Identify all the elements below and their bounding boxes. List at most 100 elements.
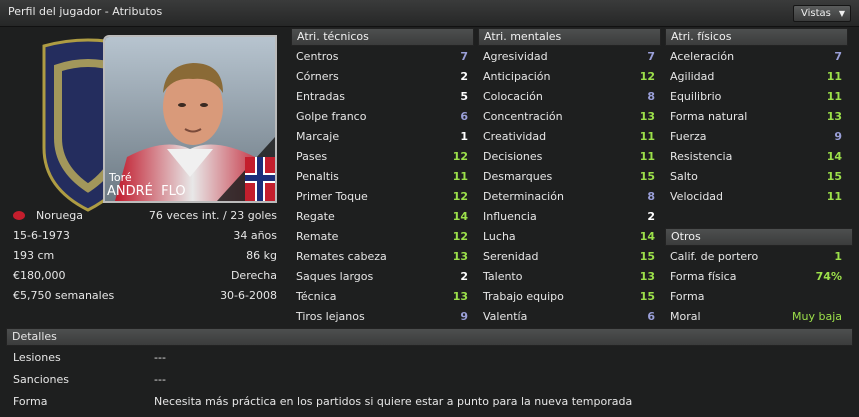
- physical-attribute-row: Fuerza 9: [665, 127, 848, 147]
- physical-attribute-value: 13: [826, 110, 842, 123]
- mental-attribute-label: Decisiones: [483, 150, 543, 163]
- mental-attribute-value: 13: [639, 110, 655, 123]
- other-attribute-label: Forma física: [670, 270, 737, 283]
- mental-attribute-value: 15: [639, 290, 655, 303]
- mental-attribute-row: Colocación 8: [478, 87, 661, 107]
- technical-attribute-row: Regate 14: [291, 207, 474, 227]
- mental-attribute-row: Agresividad 7: [478, 47, 661, 67]
- technical-attribute-label: Centros: [296, 50, 339, 63]
- technical-attribute-label: Remates cabeza: [296, 250, 387, 263]
- physical-attribute-row: Equilibrio 11: [665, 87, 848, 107]
- technical-attribute-value: 9: [460, 310, 468, 323]
- physical-attribute-row: Forma natural 13: [665, 107, 848, 127]
- physical-attribute-row: Agilidad 11: [665, 67, 848, 87]
- physical-attributes-header: Atri. físicos: [665, 28, 848, 46]
- mental-attribute-value: 11: [639, 150, 655, 163]
- mental-attribute-value: 11: [639, 130, 655, 143]
- mental-attribute-row: Lucha 14: [478, 227, 661, 247]
- player-name: ANDRÉ FLO: [107, 184, 186, 199]
- technical-attribute-row: Tiros lejanos 9: [291, 307, 474, 327]
- technical-attribute-label: Remate: [296, 230, 339, 243]
- mental-attribute-value: 15: [639, 250, 655, 263]
- technical-attribute-value: 6: [460, 110, 468, 123]
- flag-norway-icon: [13, 211, 25, 220]
- technical-attribute-label: Técnica: [296, 290, 337, 303]
- mental-attribute-value: 7: [647, 50, 655, 63]
- mental-attribute-label: Concentración: [483, 110, 563, 123]
- mental-attribute-value: 15: [639, 170, 655, 183]
- details-row: Lesiones ---: [13, 348, 166, 368]
- date-of-birth: 15-6-1973: [13, 229, 70, 242]
- physical-attribute-label: Agilidad: [670, 70, 715, 83]
- technical-attribute-row: Primer Toque 12: [291, 187, 474, 207]
- details-value: Necesita más práctica en los partidos si…: [154, 395, 633, 408]
- physical-attribute-label: Salto: [670, 170, 698, 183]
- details-label: Sanciones: [13, 373, 69, 386]
- age: 34 años: [233, 229, 277, 242]
- wage-contract-row: €5,750 semanales 30-6-2008: [13, 286, 277, 306]
- technical-attribute-label: Penaltis: [296, 170, 339, 183]
- mental-attribute-row: Talento 13: [478, 267, 661, 287]
- technical-attribute-value: 14: [452, 210, 468, 223]
- title-bar: Perfil del jugador - Atributos Vistas ▼: [0, 0, 859, 27]
- views-dropdown[interactable]: Vistas ▼: [793, 5, 851, 22]
- physical-attribute-label: Resistencia: [670, 150, 733, 163]
- technical-attribute-value: 1: [460, 130, 468, 143]
- physical-attribute-value: 11: [826, 190, 842, 203]
- details-value: ---: [154, 373, 166, 386]
- mental-attribute-label: Creatividad: [483, 130, 547, 143]
- technical-attribute-value: 11: [452, 170, 468, 183]
- technical-attribute-row: Golpe franco 6: [291, 107, 474, 127]
- player-value: €180,000: [13, 269, 66, 282]
- physical-attribute-label: Forma natural: [670, 110, 748, 123]
- technical-attribute-row: Córners 2: [291, 67, 474, 87]
- mental-attribute-value: 6: [647, 310, 655, 323]
- other-attribute-value: Muy baja: [792, 310, 842, 323]
- technical-attribute-value: 12: [452, 190, 468, 203]
- other-attribute-row: Forma física 74%: [665, 267, 848, 287]
- mental-attribute-label: Valentía: [483, 310, 528, 323]
- technical-attribute-label: Golpe franco: [296, 110, 367, 123]
- technical-attribute-row: Remate 12: [291, 227, 474, 247]
- mental-attribute-value: 8: [647, 90, 655, 103]
- mental-attribute-row: Serenidad 15: [478, 247, 661, 267]
- other-attribute-value: 74%: [815, 270, 842, 283]
- technical-attribute-label: Saques largos: [296, 270, 374, 283]
- mental-attribute-label: Trabajo equipo: [483, 290, 564, 303]
- chevron-down-icon: ▼: [838, 9, 845, 18]
- other-attribute-value: 1: [834, 250, 842, 263]
- mental-attribute-label: Talento: [483, 270, 523, 283]
- physical-attribute-value: 7: [834, 50, 842, 63]
- technical-attribute-row: Marcaje 1: [291, 127, 474, 147]
- physical-attribute-value: 11: [826, 70, 842, 83]
- mental-attribute-value: 12: [639, 70, 655, 83]
- mental-attribute-row: Valentía 6: [478, 307, 661, 327]
- mental-attribute-label: Lucha: [483, 230, 516, 243]
- technical-attribute-label: Entradas: [296, 90, 345, 103]
- window-title: Perfil del jugador - Atributos: [8, 5, 163, 18]
- technical-attribute-value: 7: [460, 50, 468, 63]
- details-label: Lesiones: [13, 351, 61, 364]
- mental-attribute-row: Determinación 8: [478, 187, 661, 207]
- technical-attributes-header: Atri. técnicos: [291, 28, 474, 46]
- technical-attribute-row: Centros 7: [291, 47, 474, 67]
- player-nickname: Toré: [109, 171, 132, 184]
- other-attribute-label: Forma: [670, 290, 705, 303]
- height-weight-row: 193 cm 86 kg: [13, 246, 277, 266]
- physical-attribute-label: Equilibrio: [670, 90, 722, 103]
- height: 193 cm: [13, 249, 55, 262]
- preferred-foot: Derecha: [230, 269, 277, 282]
- physical-attribute-value: 15: [826, 170, 842, 183]
- other-attribute-label: Calif. de portero: [670, 250, 759, 263]
- mental-attribute-value: 8: [647, 190, 655, 203]
- mental-attribute-label: Anticipación: [483, 70, 551, 83]
- physical-attribute-label: Fuerza: [670, 130, 707, 143]
- nationality-row: Noruega 76 veces int. / 23 goles: [13, 206, 277, 226]
- technical-attribute-label: Tiros lejanos: [296, 310, 365, 323]
- wage: €5,750 semanales: [13, 289, 115, 302]
- details-row: Sanciones ---: [13, 370, 166, 390]
- technical-attribute-value: 5: [460, 90, 468, 103]
- mental-attribute-row: Trabajo equipo 15: [478, 287, 661, 307]
- details-header: Detalles: [6, 328, 853, 346]
- technical-attribute-value: 12: [452, 150, 468, 163]
